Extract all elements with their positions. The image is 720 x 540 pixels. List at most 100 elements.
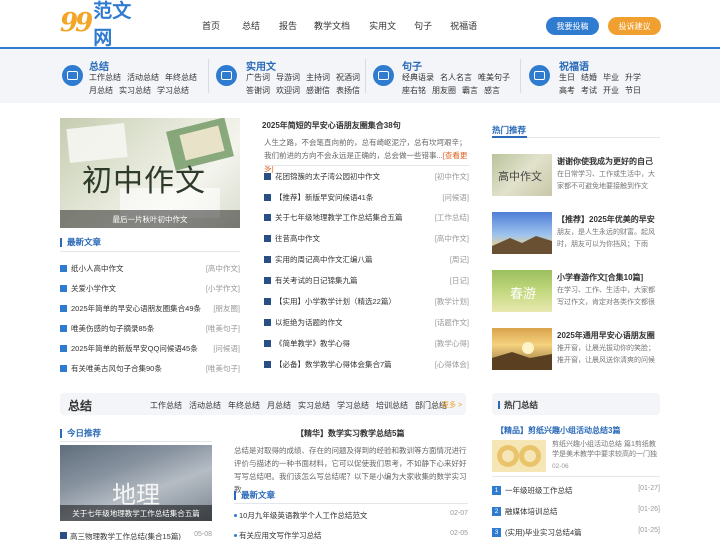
summary-link[interactable]: 年终总结: [228, 400, 260, 411]
item-title[interactable]: 关于七年级地理教学工作总结集合五篇: [275, 212, 403, 223]
item-tag[interactable]: [朋友圈]: [213, 303, 240, 314]
today-list-item[interactable]: 高三物理教学工作总结(集合15篇) 05-08: [60, 531, 212, 540]
nav-home[interactable]: 首页: [202, 19, 220, 32]
category-link[interactable]: 导游词: [276, 73, 300, 82]
item-title[interactable]: 有关唯美古风句子合集90条: [71, 363, 162, 374]
item-tag[interactable]: [话题作文]: [435, 317, 469, 328]
summary-link[interactable]: 培训总结: [376, 400, 408, 411]
category-title[interactable]: 实用文: [246, 58, 276, 73]
hot-item[interactable]: 2025年通用早安心语朋友圈 推开窗，让晨光拔动你的笑脸；推开窗，让晨风送你清爽…: [492, 328, 662, 370]
more-link[interactable]: 更多 >: [442, 400, 462, 410]
category-link[interactable]: 考试: [581, 86, 597, 95]
category-link[interactable]: 结婚: [581, 73, 597, 82]
item-tag[interactable]: [教学心得]: [435, 338, 469, 349]
list-item[interactable]: 关于七年级地理教学工作总结集合五篇 [工作总结]: [264, 212, 469, 224]
item-tag[interactable]: [问候语]: [442, 192, 469, 203]
item-title[interactable]: (实用)毕业实习总结4篇: [505, 527, 582, 538]
category-link[interactable]: 主持词: [306, 73, 330, 82]
item-title[interactable]: 《简单教学》教学心得: [275, 338, 350, 349]
nav-blessing[interactable]: 祝福语: [450, 19, 477, 32]
item-title[interactable]: 10月九年级英语教学个人工作总结范文: [239, 510, 367, 521]
item-title[interactable]: 2025年简单的早安心语朋友圈集合49条: [71, 303, 201, 314]
summary-link[interactable]: 工作总结: [150, 400, 182, 411]
category-link[interactable]: 答谢词: [246, 86, 270, 95]
item-tag[interactable]: [工作总结]: [435, 212, 469, 223]
item-tag[interactable]: [唯美句子]: [206, 363, 240, 374]
summary-link[interactable]: 活动总结: [189, 400, 221, 411]
featured-caption[interactable]: 最后一片秋叶初中作文: [60, 210, 240, 228]
feature-thumbnail[interactable]: [492, 440, 546, 472]
summary-link[interactable]: 实习总结: [298, 400, 330, 411]
list-item[interactable]: 关爱小学作文 [小学作文]: [60, 283, 240, 295]
hot-item-title[interactable]: 【推荐】2025年优美的早安: [557, 214, 655, 225]
hot-item[interactable]: 【推荐】2025年优美的早安 朋友，是人生永远的财富。起风时，朋友可以为你挡风；…: [492, 212, 662, 254]
item-tag[interactable]: [问候语]: [213, 343, 240, 354]
category-link[interactable]: 年终总结: [165, 73, 197, 82]
news-item[interactable]: 10月九年级英语教学个人工作总结范文 02-07: [234, 510, 468, 522]
list-item[interactable]: 【必备】数学教学心得体会集合7篇 [心得体会]: [264, 359, 469, 371]
nav-summary[interactable]: 总结: [242, 19, 260, 32]
item-title[interactable]: 以拒绝为话题的作文: [275, 317, 343, 328]
category-link[interactable]: 欢迎词: [276, 86, 300, 95]
item-title[interactable]: 一年级班级工作总结: [505, 485, 573, 496]
category-title[interactable]: 句子: [402, 58, 422, 73]
list-item[interactable]: 【推荐】新版早安问候语41条 [问候语]: [264, 192, 469, 204]
item-title[interactable]: 【推荐】新版早安问候语41条: [275, 192, 373, 203]
list-item[interactable]: 纸小人高中作文 [高中作文]: [60, 263, 240, 275]
site-logo[interactable]: 99 范文网: [60, 1, 150, 49]
category-title[interactable]: 祝福语: [559, 58, 589, 73]
ranked-item[interactable]: 2 融媒体培训总结 [01-26]: [492, 506, 660, 518]
category-link[interactable]: 生日: [559, 73, 575, 82]
hot-item-title[interactable]: 谢谢你使我成为更好的自己: [557, 156, 653, 167]
hot-item[interactable]: 高中作文 谢谢你使我成为更好的自己 在日常学习、工作或生活中，大家都不可避免地要…: [492, 154, 662, 196]
item-title[interactable]: 纸小人高中作文: [71, 263, 124, 274]
list-item[interactable]: 2025年简单的新版早安QQ问候语45条 [问候语]: [60, 343, 240, 355]
category-link[interactable]: 工作总结: [89, 73, 121, 82]
category-link[interactable]: 广告词: [246, 73, 270, 82]
item-title[interactable]: 有关考试的日记锦集九篇: [275, 275, 358, 286]
mid-article-title[interactable]: 【精华】数学实习教学总结5篇: [296, 428, 404, 439]
category-link[interactable]: 活动总结: [127, 73, 159, 82]
item-title[interactable]: 花团锦簇的太子湾公园初中作文: [275, 171, 380, 182]
nav-practical[interactable]: 实用文: [369, 19, 396, 32]
feature-title[interactable]: 【精品】剪纸兴趣小组活动总结3篇: [496, 425, 620, 436]
category-link[interactable]: 学习总结: [157, 86, 189, 95]
item-title[interactable]: 融媒体培训总结: [505, 506, 558, 517]
nav-teaching[interactable]: 教学文档: [314, 19, 350, 32]
category-link[interactable]: 毕业: [603, 73, 619, 82]
item-title[interactable]: 关爱小学作文: [71, 283, 116, 294]
item-title[interactable]: 高三物理教学工作总结(集合15篇): [70, 532, 181, 540]
item-tag[interactable]: [唯美句子]: [206, 323, 240, 334]
category-link[interactable]: 座右铭: [402, 86, 426, 95]
category-link[interactable]: 朋友圈: [432, 86, 456, 95]
category-link[interactable]: 名人名言: [440, 73, 472, 82]
category-link[interactable]: 升学: [625, 73, 641, 82]
category-link[interactable]: 经典语录: [402, 73, 434, 82]
hot-thumbnail[interactable]: 高中作文: [492, 154, 552, 196]
item-title[interactable]: 实用的周记高中作文汇编八篇: [275, 254, 373, 265]
category-link[interactable]: 开业: [603, 86, 619, 95]
list-item[interactable]: 《简单教学》教学心得 [教学心得]: [264, 338, 469, 350]
summary-link[interactable]: 月总结: [267, 400, 291, 411]
category-link[interactable]: 节日: [625, 86, 641, 95]
hot-item-title[interactable]: 小学春游作文[合集10篇]: [557, 272, 643, 283]
nav-sentence[interactable]: 句子: [414, 19, 432, 32]
hot-thumbnail[interactable]: [492, 328, 552, 370]
item-tag[interactable]: [小学作文]: [206, 283, 240, 294]
item-tag[interactable]: [初中作文]: [435, 171, 469, 182]
category-link[interactable]: 感言: [484, 86, 500, 95]
category-link[interactable]: 实习总结: [119, 86, 151, 95]
category-link[interactable]: 月总结: [89, 86, 113, 95]
item-tag[interactable]: [心得体会]: [435, 359, 469, 370]
hot-thumbnail[interactable]: [492, 212, 552, 254]
category-link[interactable]: 霸言: [462, 86, 478, 95]
item-title[interactable]: 有关应用文写作学习总结: [239, 530, 322, 540]
category-link[interactable]: 祝酒词: [336, 73, 360, 82]
hot-thumbnail[interactable]: 春游: [492, 270, 552, 312]
list-item[interactable]: 花团锦簇的太子湾公园初中作文 [初中作文]: [264, 171, 469, 183]
category-title[interactable]: 总结: [89, 58, 109, 73]
list-item[interactable]: 实用的周记高中作文汇编八篇 [周记]: [264, 254, 469, 266]
news-item[interactable]: 有关应用文写作学习总结 02-05: [234, 530, 468, 540]
list-item[interactable]: 唯美伤感的句子摘录85条 [唯美句子]: [60, 323, 240, 335]
item-title[interactable]: 往昔高中作文: [275, 233, 320, 244]
